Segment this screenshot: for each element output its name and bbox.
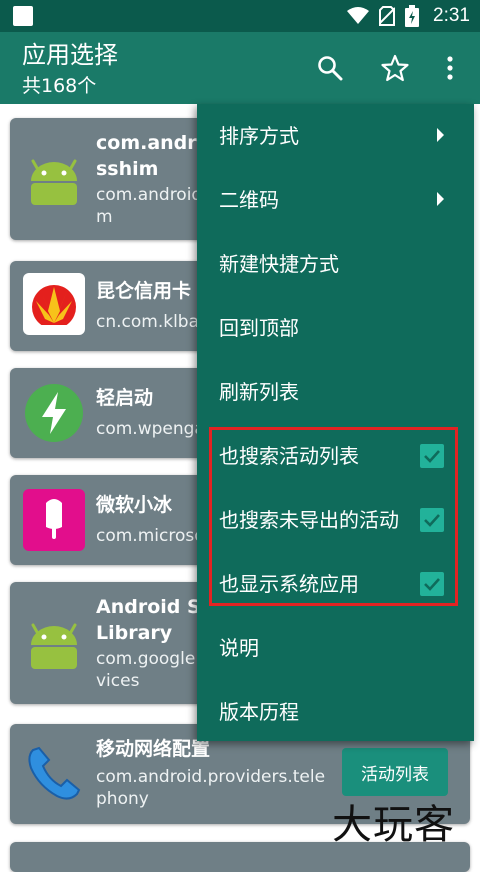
activity-list-button[interactable]: 活动列表 <box>342 748 448 796</box>
menu-item-new-shortcut[interactable]: 新建快捷方式 <box>197 232 474 296</box>
app-bar: 应用选择 共168个 <box>0 32 480 104</box>
overflow-menu: 排序方式 二维码 新建快捷方式 回到顶部 刷新列表 也搜索活动列表 也搜索未导出… <box>197 104 474 741</box>
watermark: 大玩客 <box>332 802 455 848</box>
popsicle-icon <box>23 489 85 551</box>
submenu-arrow-icon <box>437 128 444 142</box>
overflow-menu-button[interactable] <box>430 48 470 88</box>
status-bar: 2:31 <box>0 0 480 32</box>
menu-item-label: 二维码 <box>219 188 279 212</box>
submenu-arrow-icon <box>437 192 444 206</box>
android-icon <box>31 159 77 205</box>
menu-item-label: 回到顶部 <box>219 316 299 340</box>
menu-item-label: 说明 <box>219 636 259 660</box>
no-sim-icon <box>379 6 396 26</box>
notification-icon <box>13 6 33 26</box>
menu-item-sort[interactable]: 排序方式 <box>197 104 474 168</box>
menu-item-help[interactable]: 说明 <box>197 616 474 680</box>
search-button[interactable] <box>310 48 350 88</box>
battery-icon <box>405 5 420 27</box>
app-count: 共168个 <box>22 75 97 97</box>
android-icon <box>31 623 77 669</box>
star-icon <box>381 54 409 82</box>
menu-item-refresh[interactable]: 刷新列表 <box>197 360 474 424</box>
favorites-button[interactable] <box>375 48 415 88</box>
wifi-icon <box>347 7 370 24</box>
menu-item-label: 排序方式 <box>219 124 299 148</box>
app-package: com.android.providers.tele phony <box>96 767 326 809</box>
page-title: 应用选择 <box>22 41 118 69</box>
menu-item-label: 新建快捷方式 <box>219 252 339 276</box>
more-vert-icon <box>447 56 453 80</box>
annotation-highlight-box <box>209 427 458 606</box>
petrochina-logo <box>23 273 85 335</box>
menu-item-back-to-top[interactable]: 回到顶部 <box>197 296 474 360</box>
phone-icon <box>28 746 81 800</box>
menu-item-label: 版本历程 <box>219 700 299 724</box>
status-time: 2:31 <box>433 5 470 26</box>
status-icons: 2:31 <box>347 0 470 32</box>
menu-item-version-history[interactable]: 版本历程 <box>197 680 474 744</box>
search-icon <box>318 56 343 81</box>
menu-item-label: 刷新列表 <box>219 380 299 404</box>
menu-item-qrcode[interactable]: 二维码 <box>197 168 474 232</box>
lightning-icon <box>25 384 83 442</box>
